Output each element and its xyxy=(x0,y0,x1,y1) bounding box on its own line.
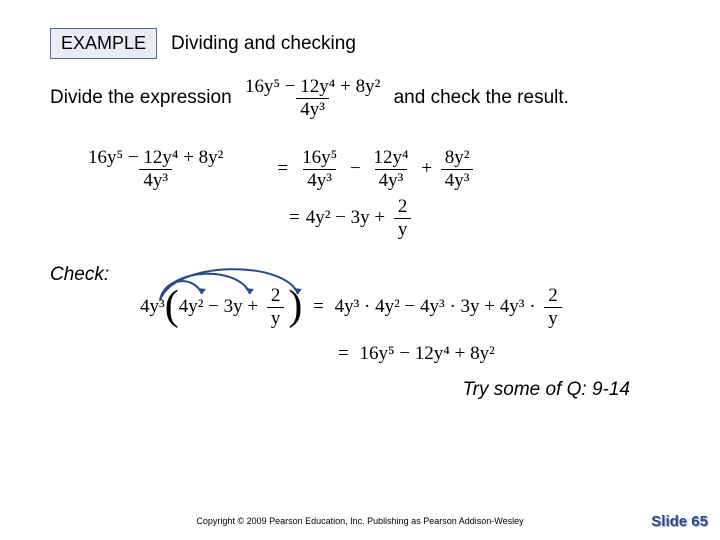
t1: 16y⁵ 4y³ xyxy=(298,148,341,191)
minus-icon: − xyxy=(400,296,420,318)
p1dn: 2 xyxy=(544,286,562,307)
frac-num: 16y⁵ − 12y⁴ + 8y² xyxy=(241,77,384,98)
problem-fraction: 16y⁵ − 12y⁴ + 8y² 4y³ xyxy=(241,77,384,120)
final: 16y⁵ − 12y⁴ + 8y² xyxy=(359,343,494,365)
frac-den: 4y³ xyxy=(296,98,329,120)
ct3d: y xyxy=(267,307,285,329)
header: EXAMPLE Dividing and checking xyxy=(50,28,670,59)
factor: 4y³ xyxy=(140,296,165,318)
t3d: 4y³ xyxy=(441,169,474,191)
work-row2: = 4y² − 3y + 2 y xyxy=(283,197,670,240)
work-block: 16y⁵ − 12y⁴ + 8y² 4y³ = 16y⁵ 4y³ − 12y⁴ … xyxy=(80,148,670,240)
check-label: Check: xyxy=(50,264,670,286)
plus-icon: + xyxy=(243,296,263,318)
t3: 8y² 4y³ xyxy=(441,148,474,191)
minus-icon: − xyxy=(345,158,365,180)
dot-icon: · xyxy=(524,296,540,318)
dot-icon: · xyxy=(359,296,375,318)
p1a2: 4y³ xyxy=(420,296,445,318)
equals-icon: = xyxy=(277,158,288,180)
p1c: 3y xyxy=(461,296,480,318)
ct3: 2 y xyxy=(267,286,285,329)
lhs-num: 16y⁵ − 12y⁴ + 8y² xyxy=(84,148,227,169)
r2a: 4y² xyxy=(306,207,331,229)
t1n: 16y⁵ xyxy=(298,148,341,169)
problem-statement: Divide the expression 16y⁵ − 12y⁴ + 8y² … xyxy=(50,77,670,120)
slide-number: Slide 65 xyxy=(651,513,708,530)
equals-icon: = xyxy=(313,296,324,318)
lhs-den: 4y³ xyxy=(139,169,172,191)
p1a3: 4y³ xyxy=(500,296,525,318)
minus-icon: − xyxy=(330,207,350,229)
check-row1: 4y³ ( 4y² − 3y + 2 y ) = 4y³ · 4y² − 4y³… xyxy=(140,286,670,329)
t2n: 12y⁴ xyxy=(369,148,412,169)
rparen-icon: ) xyxy=(288,290,302,324)
lparen-icon: ( xyxy=(165,290,179,324)
work-row1: 16y⁵ − 12y⁴ + 8y² 4y³ = 16y⁵ 4y³ − 12y⁴ … xyxy=(80,148,670,191)
t2d: 4y³ xyxy=(375,169,408,191)
t1d: 4y³ xyxy=(303,169,336,191)
slide-title: Dividing and checking xyxy=(171,33,356,55)
t3n: 8y² xyxy=(441,148,474,169)
r2cd: y xyxy=(394,218,412,240)
ct1: 4y² xyxy=(179,296,204,318)
lhs-frac: 16y⁵ − 12y⁴ + 8y² 4y³ xyxy=(84,148,227,191)
equals-icon: = xyxy=(289,207,300,229)
plus-icon: + xyxy=(370,207,390,229)
p1b: 4y² xyxy=(375,296,400,318)
ct3n: 2 xyxy=(267,286,285,307)
copyright: Copyright © 2009 Pearson Education, Inc.… xyxy=(0,516,720,526)
problem-post: and check the result. xyxy=(394,87,569,109)
check-block: 4y³ ( 4y² − 3y + 2 y ) = 4y³ · 4y² − 4y³… xyxy=(140,286,670,365)
check-row2: = 16y⁵ − 12y⁴ + 8y² xyxy=(332,343,670,365)
t2: 12y⁴ 4y³ xyxy=(369,148,412,191)
r2b: 3y xyxy=(351,207,370,229)
plus-icon: + xyxy=(417,158,437,180)
r2c: 2 y xyxy=(394,197,412,240)
problem-pre: Divide the expression xyxy=(50,87,232,109)
example-badge: EXAMPLE xyxy=(50,28,157,59)
p1dd: y xyxy=(544,307,562,329)
try-prompt: Try some of Q: 9-14 xyxy=(50,379,630,401)
p1a: 4y³ xyxy=(335,296,360,318)
equals-icon: = xyxy=(338,343,349,365)
p1d: 2 y xyxy=(544,286,562,329)
minus-icon: − xyxy=(203,296,223,318)
dot-icon: · xyxy=(445,296,461,318)
plus-icon: + xyxy=(480,296,500,318)
ct2: 3y xyxy=(224,296,243,318)
r2cn: 2 xyxy=(394,197,412,218)
